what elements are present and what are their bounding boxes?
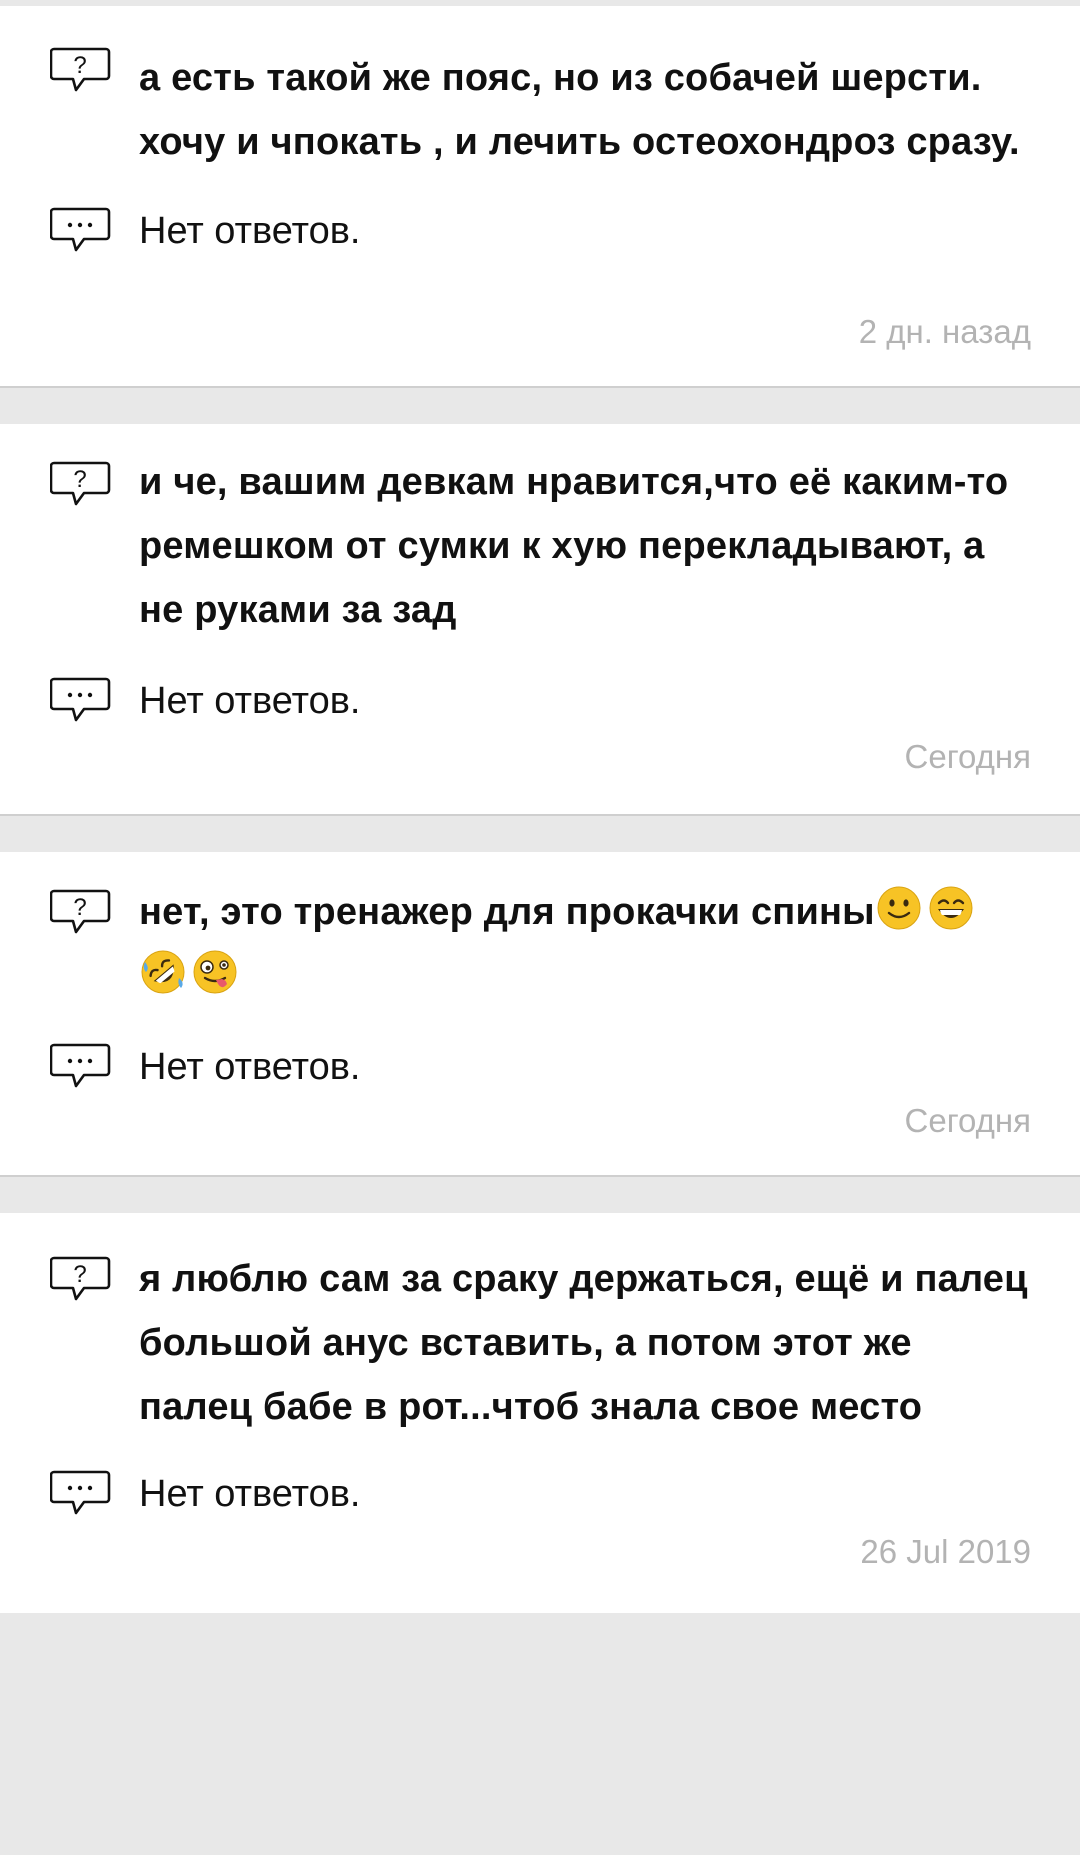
question-bubble-icon: ? [50,1255,112,1305]
question-timestamp: Сегодня [904,738,1031,775]
zany-face-emoji [193,950,237,994]
grinning-squinting-face-emoji [929,886,973,930]
question-card[interactable]: ? я люблю сам за сраку держаться, ещё и … [0,1213,1080,1613]
question-timestamp: Сегодня [904,1102,1031,1139]
slightly-smiling-face-emoji [877,886,921,930]
question-text-body: нет, это тренажер для прокачки спины [139,891,875,933]
question-text: а есть такой же пояс, но из собачей шерс… [139,57,1020,163]
question-text: нет, это тренажер для прокачки спины [139,880,1029,1008]
question-card[interactable]: ? а есть такой же пояс, но из собачей ше… [0,6,1080,388]
questions-feed: ? а есть такой же пояс, но из собачей ше… [0,0,1080,1855]
comment-bubble-icon [50,676,112,726]
svg-text:?: ? [73,466,86,493]
answer-status: Нет ответов. [139,1473,361,1515]
question-text: я люблю сам за сраку держаться, ещё и па… [139,1258,1028,1428]
question-timestamp: 26 Jul 2019 [860,1533,1031,1570]
rolling-on-floor-laughing-emoji [141,950,185,994]
svg-text:?: ? [73,52,86,79]
comment-bubble-icon [50,206,112,256]
question-timestamp: 2 дн. назад [858,313,1031,350]
question-bubble-icon: ? [50,888,112,938]
svg-text:?: ? [73,1261,86,1288]
answer-status: Нет ответов. [139,1046,361,1088]
question-bubble-icon: ? [50,46,112,96]
question-card[interactable]: ? и че, вашим девкам нравится,что её как… [0,424,1080,816]
question-bubble-icon: ? [50,460,112,510]
comment-bubble-icon [50,1042,112,1092]
svg-text:?: ? [73,894,86,921]
answer-status: Нет ответов. [139,680,361,722]
emoji-line [139,944,1029,1008]
question-text: и че, вашим девкам нравится,что её каким… [139,461,1009,631]
question-card[interactable]: ? нет, это тренажер для прокачки спины Н… [0,852,1080,1177]
comment-bubble-icon [50,1469,112,1519]
answer-status: Нет ответов. [139,210,361,252]
